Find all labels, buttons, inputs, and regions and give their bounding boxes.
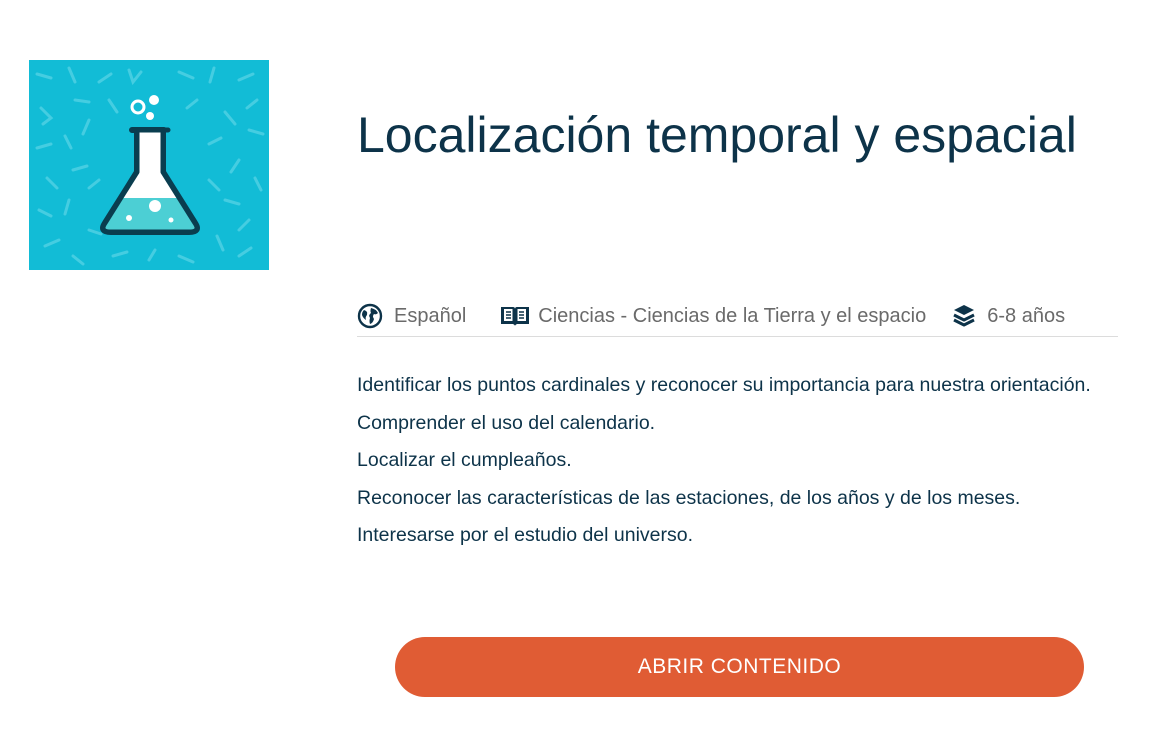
objective-item: Comprender el uso del calendario. — [357, 411, 656, 434]
objectives-list: Identificar los puntos cardinales y reco… — [357, 367, 1117, 555]
meta-language: Español — [357, 303, 466, 329]
globe-icon — [357, 303, 383, 329]
meta-age: 6-8 años — [952, 303, 1065, 329]
content-meta-bar: Español Ciencias - Ciencias de la Tierra… — [357, 296, 1118, 337]
meta-age-label: 6-8 años — [987, 304, 1066, 327]
objective-item: Identificar los puntos cardinales y reco… — [357, 374, 1091, 396]
page-title: Localización temporal y espacial — [357, 107, 1077, 163]
content-card: Localización temporal y espacial Español — [0, 0, 1168, 748]
objective-item: Localizar el cumpleaños. — [357, 449, 572, 472]
open-content-button[interactable]: ABRIR CONTENIDO — [395, 637, 1084, 697]
objective-item: Interesarse por el estudio del universo. — [357, 524, 694, 547]
meta-language-label: Español — [394, 304, 467, 327]
meta-subject-label: Ciencias - Ciencias de la Tierra y el es… — [538, 304, 927, 327]
open-book-icon — [499, 304, 531, 328]
content-thumbnail — [29, 60, 269, 270]
objective-item: Reconocer las características de las est… — [357, 486, 1021, 509]
meta-subject: Ciencias - Ciencias de la Tierra y el es… — [499, 304, 926, 328]
lab-flask-icon — [29, 60, 269, 270]
layers-icon — [952, 303, 976, 329]
